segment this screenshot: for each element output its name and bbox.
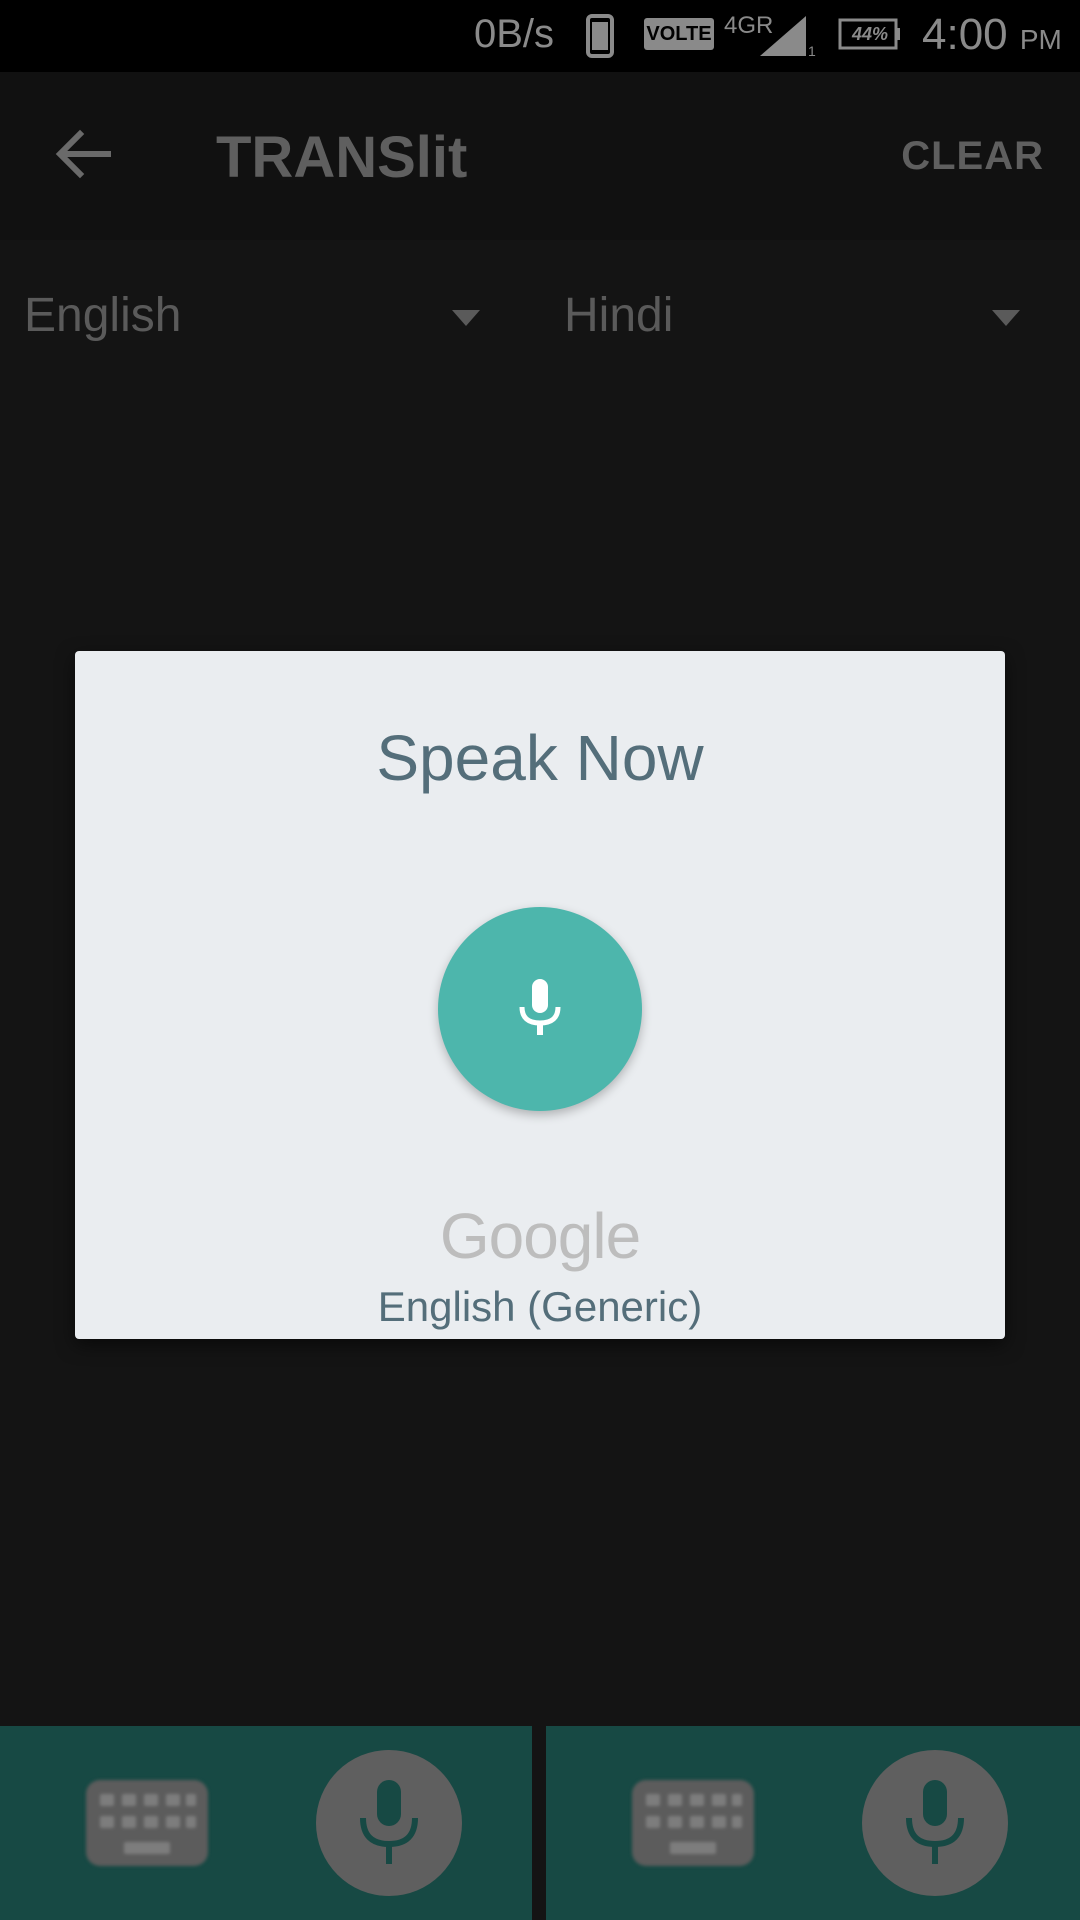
source-language-dropdown[interactable]: English — [24, 280, 494, 360]
target-language-dropdown[interactable]: Hindi — [564, 280, 1034, 360]
app-title: TRANSlit — [216, 125, 468, 190]
back-button[interactable] — [44, 114, 124, 194]
clear-button[interactable]: CLEAR — [901, 134, 1044, 179]
mic-button[interactable] — [862, 1750, 1008, 1896]
keyboard-button[interactable] — [86, 1780, 208, 1866]
google-logo: Google — [439, 1200, 641, 1272]
arrow-left-icon — [55, 129, 111, 179]
svg-text:1: 1 — [808, 43, 816, 58]
battery-level: 44% — [851, 24, 889, 44]
volte-badge: VOLTE — [644, 18, 714, 50]
phone-icon — [586, 14, 614, 58]
app-bar: TRANSlit CLEAR — [0, 72, 1080, 240]
voice-input-dialog: Speak Now Google English (Generic) — [75, 651, 1005, 1339]
status-bar: 0B/s VOLTE 4GR 1 44% 4:00 PM — [0, 0, 1080, 72]
source-language-label: English — [24, 289, 182, 342]
chevron-down-icon — [452, 310, 480, 326]
microphone-icon — [906, 1780, 964, 1864]
network-speed: 0B/s — [474, 12, 555, 56]
clock: 4:00 PM — [922, 10, 1062, 60]
source-input-panel — [0, 1726, 532, 1920]
clock-time: 4:00 — [922, 10, 1008, 59]
chevron-down-icon — [992, 310, 1020, 326]
microphone-icon — [360, 1780, 418, 1864]
dialog-mic-button[interactable] — [438, 907, 642, 1111]
dialog-language[interactable]: English (Generic) — [75, 1283, 1005, 1331]
dialog-title: Speak Now — [376, 722, 704, 794]
clock-ampm: PM — [1019, 24, 1062, 55]
mic-button[interactable] — [316, 1750, 462, 1896]
signal-icon: 1 — [760, 16, 816, 58]
target-language-label: Hindi — [564, 289, 674, 342]
microphone-icon — [519, 979, 561, 1035]
target-input-panel — [546, 1726, 1080, 1920]
keyboard-button[interactable] — [632, 1780, 754, 1866]
